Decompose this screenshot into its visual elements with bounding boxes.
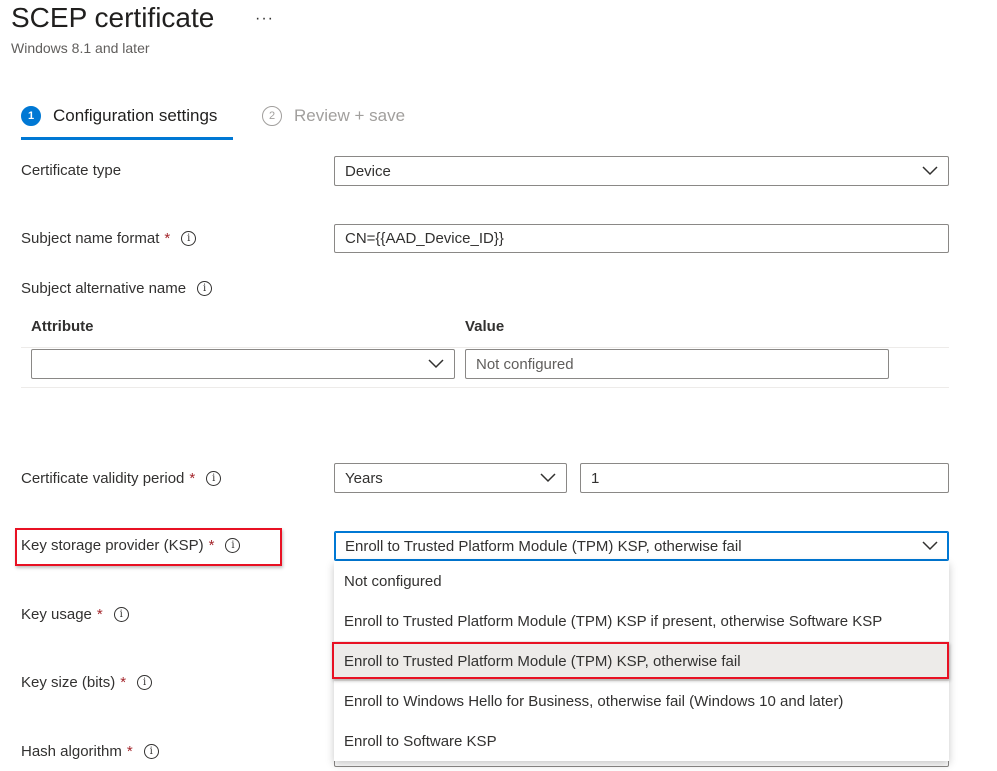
table-divider (21, 347, 949, 348)
ksp-option-not-configured[interactable]: Not configured (334, 561, 949, 601)
key-storage-provider-dropdown[interactable]: Enroll to Trusted Platform Module (TPM) … (334, 531, 949, 561)
info-icon[interactable]: i (181, 231, 197, 246)
validity-unit-value: Years (345, 469, 383, 487)
key-storage-provider-label: Key storage provider (KSP) * i (21, 537, 241, 554)
san-value-input[interactable]: Not configured (465, 349, 889, 379)
value-column-header: Value (465, 318, 505, 335)
step-number-icon: 1 (21, 106, 41, 126)
certificate-type-label: Certificate type (21, 162, 121, 179)
tab-review-save[interactable]: 2 Review + save (262, 106, 405, 126)
subject-alternative-name-label-text: Subject alternative name (21, 280, 187, 297)
required-marker: * (189, 470, 196, 487)
info-icon[interactable]: i (225, 538, 241, 553)
attribute-dropdown[interactable] (31, 349, 455, 379)
validity-amount-input[interactable]: 1 (580, 463, 949, 493)
step-label: Configuration settings (53, 106, 218, 125)
hash-algorithm-label-text: Hash algorithm (21, 743, 122, 760)
key-usage-label: Key usage * i (21, 606, 129, 623)
step-label: Review + save (294, 106, 406, 125)
page-subtitle: Windows 8.1 and later (11, 40, 150, 56)
ksp-option-tpm-or-software[interactable]: Enroll to Trusted Platform Module (TPM) … (334, 601, 949, 641)
certificate-type-value: Device (345, 162, 391, 180)
certificate-type-label-text: Certificate type (21, 162, 122, 179)
chevron-down-icon (922, 166, 938, 176)
more-icon[interactable]: ··· (255, 10, 274, 28)
certificate-validity-period-label-text: Certificate validity period (21, 470, 185, 487)
certificate-type-dropdown[interactable]: Device (334, 156, 949, 186)
required-marker: * (120, 674, 127, 691)
subject-name-format-label: Subject name format * i (21, 230, 197, 247)
subject-alternative-name-label: Subject alternative name i (21, 280, 213, 297)
hash-algorithm-label: Hash algorithm * i (21, 743, 159, 760)
info-icon[interactable]: i (137, 675, 153, 690)
required-marker: * (126, 743, 133, 760)
active-step-indicator (21, 137, 233, 140)
info-icon[interactable]: i (143, 744, 159, 759)
validity-amount-value: 1 (591, 469, 600, 487)
subject-name-format-label-text: Subject name format (21, 230, 160, 247)
key-storage-provider-value: Enroll to Trusted Platform Module (TPM) … (345, 537, 742, 555)
ksp-option-software-ksp[interactable]: Enroll to Software KSP (334, 721, 949, 761)
required-marker: * (96, 606, 103, 623)
table-divider (21, 387, 949, 388)
selected-option-highlight (332, 642, 949, 679)
attribute-column-header: Attribute (31, 318, 94, 335)
info-icon[interactable]: i (113, 607, 129, 622)
chevron-down-icon (428, 359, 444, 369)
key-size-label-text: Key size (bits) (21, 674, 116, 691)
ksp-option-windows-hello[interactable]: Enroll to Windows Hello for Business, ot… (334, 681, 949, 721)
san-value-placeholder: Not configured (476, 355, 574, 373)
key-size-label: Key size (bits) * i (21, 674, 153, 691)
required-marker: * (208, 537, 215, 554)
tab-configuration-settings[interactable]: 1 Configuration settings (21, 106, 217, 126)
validity-unit-dropdown[interactable]: Years (334, 463, 567, 493)
certificate-validity-period-label: Certificate validity period * i (21, 470, 222, 487)
required-marker: * (164, 230, 171, 247)
subject-name-format-input[interactable]: CN={{AAD_Device_ID}} (334, 224, 949, 253)
info-icon[interactable]: i (197, 281, 213, 296)
subject-name-format-value: CN={{AAD_Device_ID}} (345, 230, 504, 247)
step-number-icon: 2 (262, 106, 282, 126)
chevron-down-icon (922, 541, 938, 551)
key-usage-label-text: Key usage (21, 606, 92, 623)
info-icon[interactable]: i (206, 471, 222, 486)
chevron-down-icon (540, 473, 556, 483)
page-title: SCEP certificate (11, 2, 215, 33)
key-storage-provider-label-text: Key storage provider (KSP) (21, 537, 204, 554)
